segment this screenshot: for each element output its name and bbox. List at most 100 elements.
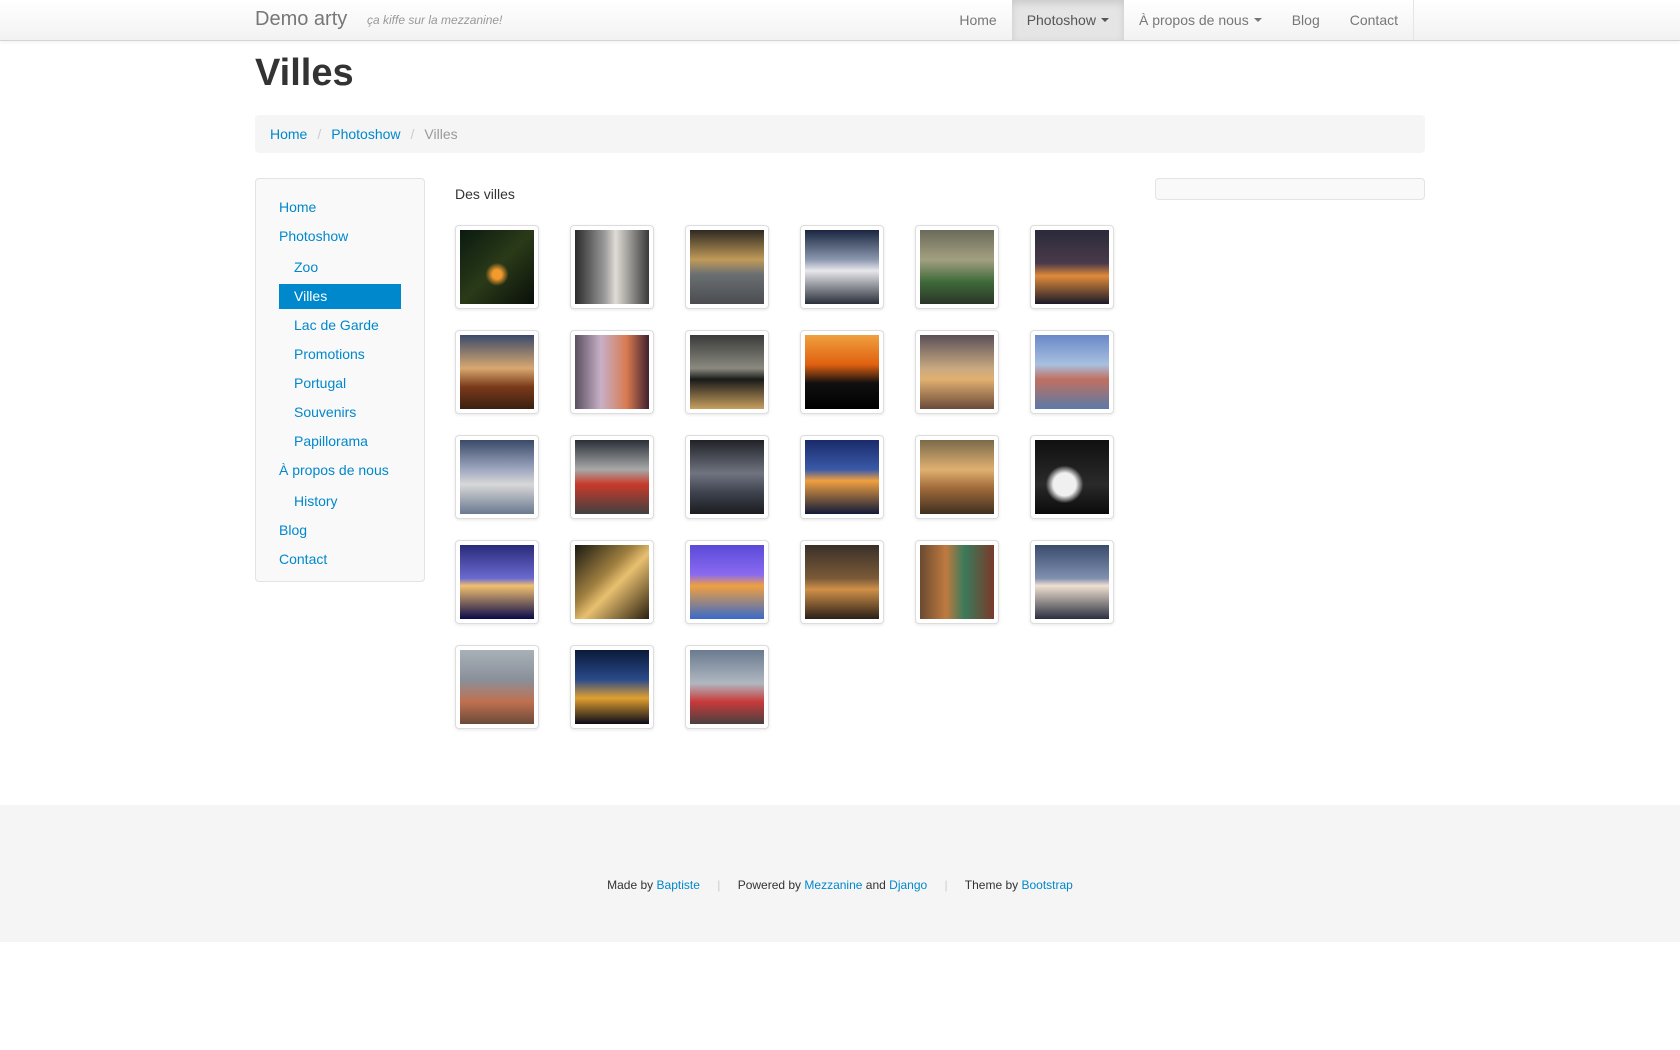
city-photo — [1035, 545, 1109, 619]
city-photo — [575, 440, 649, 514]
gallery-thumbnail[interactable] — [1030, 540, 1114, 624]
city-photo — [1035, 230, 1109, 304]
sidenav-item-about[interactable]: À propos de nous — [279, 458, 389, 483]
gallery-thumbnail[interactable] — [570, 435, 654, 519]
city-photo — [920, 440, 994, 514]
footer-author-link[interactable]: Baptiste — [657, 878, 700, 892]
gallery-thumbnail[interactable] — [455, 540, 539, 624]
gallery-description: Des villes — [455, 186, 515, 202]
gallery-thumbnail[interactable] — [570, 645, 654, 729]
gallery-thumbnail[interactable] — [685, 435, 769, 519]
footer-separator: | — [717, 878, 721, 892]
breadcrumb-home[interactable]: Home — [270, 126, 307, 142]
city-photo — [460, 335, 534, 409]
gallery-thumbnail[interactable] — [570, 540, 654, 624]
breadcrumb-separator: / — [410, 126, 415, 142]
nav-blog-label: Blog — [1291, 12, 1320, 28]
nav-contact-label: Contact — [1349, 12, 1398, 28]
city-photo — [805, 440, 879, 514]
sidenav-item-history[interactable]: History — [279, 489, 401, 514]
gallery-thumbnail[interactable] — [685, 540, 769, 624]
city-photo — [805, 335, 879, 409]
city-photo — [575, 545, 649, 619]
brand-link[interactable]: Demo arty — [255, 8, 347, 31]
navbar: Demo arty ça kiffe sur la mezzanine! Hom… — [0, 0, 1680, 41]
sidenav-item-home[interactable]: Home — [279, 195, 316, 220]
nav-about-label: À propos de nous — [1138, 12, 1249, 28]
city-photo — [1035, 440, 1109, 514]
breadcrumb-photoshow[interactable]: Photoshow — [331, 126, 400, 142]
gallery-thumbnail[interactable] — [800, 540, 884, 624]
sidenav-item-villes[interactable]: Villes — [279, 284, 401, 309]
footer-made-by: Made by — [607, 878, 654, 892]
sidenav-item-contact[interactable]: Contact — [279, 547, 327, 572]
gallery-thumbnail[interactable] — [915, 540, 999, 624]
gallery-thumbnail[interactable] — [1030, 225, 1114, 309]
gallery-thumbnail[interactable] — [915, 330, 999, 414]
gallery-thumbnail[interactable] — [800, 225, 884, 309]
footer-and: and — [865, 878, 886, 892]
city-photo — [460, 650, 534, 724]
footer-bootstrap-link[interactable]: Bootstrap — [1021, 878, 1072, 892]
city-photo — [920, 230, 994, 304]
city-photo — [460, 230, 534, 304]
city-photo — [920, 545, 994, 619]
city-photo — [575, 650, 649, 724]
sidenav-item-zoo[interactable]: Zoo — [279, 255, 401, 280]
breadcrumb: Home / Photoshow / Villes — [255, 115, 1425, 153]
gallery-thumbnail[interactable] — [455, 225, 539, 309]
gallery-thumbnail[interactable] — [1030, 435, 1114, 519]
breadcrumb-current: Villes — [424, 126, 458, 142]
city-photo — [690, 230, 764, 304]
sidenav-item-lac-de-garde[interactable]: Lac de Garde — [279, 313, 401, 338]
sidenav-item-promotions[interactable]: Promotions — [279, 342, 401, 367]
footer-mezzanine-link[interactable]: Mezzanine — [804, 878, 862, 892]
city-photo — [690, 650, 764, 724]
city-photo — [575, 335, 649, 409]
nav-home-label: Home — [959, 12, 997, 28]
gallery-thumbnail[interactable] — [570, 225, 654, 309]
sidenav-item-photoshow[interactable]: Photoshow — [279, 224, 348, 249]
footer: Made by Baptiste | Powered by Mezzanine … — [0, 805, 1680, 942]
page-title: Villes — [255, 52, 354, 94]
gallery-thumbnail[interactable] — [455, 645, 539, 729]
sidenav-item-blog[interactable]: Blog — [279, 518, 307, 543]
city-photo — [460, 545, 534, 619]
sidenav-item-papillorama[interactable]: Papillorama — [279, 429, 401, 454]
city-photo — [805, 545, 879, 619]
nav-photoshow[interactable]: Photoshow — [1011, 0, 1124, 40]
footer-separator: | — [944, 878, 948, 892]
nav-blog[interactable]: Blog — [1277, 0, 1335, 40]
gallery-thumbnail[interactable] — [915, 435, 999, 519]
gallery-thumbnail[interactable] — [915, 225, 999, 309]
city-photo — [690, 440, 764, 514]
sidenav-item-portugal[interactable]: Portugal — [279, 371, 401, 396]
sidenav-item-souvenirs[interactable]: Souvenirs — [279, 400, 401, 425]
city-photo — [690, 335, 764, 409]
city-photo — [460, 440, 534, 514]
footer-theme-by: Theme by — [964, 878, 1019, 892]
city-photo — [805, 230, 879, 304]
gallery-thumbnail[interactable] — [800, 330, 884, 414]
side-nav: Home Photoshow Zoo Villes Lac de Garde P… — [255, 178, 425, 582]
gallery-thumbnail[interactable] — [455, 330, 539, 414]
city-photo — [575, 230, 649, 304]
footer-django-link[interactable]: Django — [889, 878, 927, 892]
caret-down-icon — [1253, 18, 1262, 22]
nav-photoshow-label: Photoshow — [1026, 12, 1096, 28]
gallery-thumbnail[interactable] — [800, 435, 884, 519]
gallery-thumbnail[interactable] — [570, 330, 654, 414]
footer-credits: Made by Baptiste | Powered by Mezzanine … — [0, 878, 1680, 892]
city-photo — [920, 335, 994, 409]
caret-down-icon — [1100, 18, 1109, 22]
nav-home[interactable]: Home — [944, 0, 1011, 40]
nav-contact[interactable]: Contact — [1335, 0, 1413, 40]
gallery-thumbnail[interactable] — [455, 435, 539, 519]
gallery-thumbnail[interactable] — [685, 330, 769, 414]
city-photo — [1035, 335, 1109, 409]
gallery-thumbnail[interactable] — [1030, 330, 1114, 414]
gallery-thumbnail[interactable] — [685, 225, 769, 309]
main-nav: Home Photoshow À propos de nous Blog Con… — [944, 0, 1414, 40]
gallery-thumbnail[interactable] — [685, 645, 769, 729]
nav-about[interactable]: À propos de nous — [1124, 0, 1277, 40]
